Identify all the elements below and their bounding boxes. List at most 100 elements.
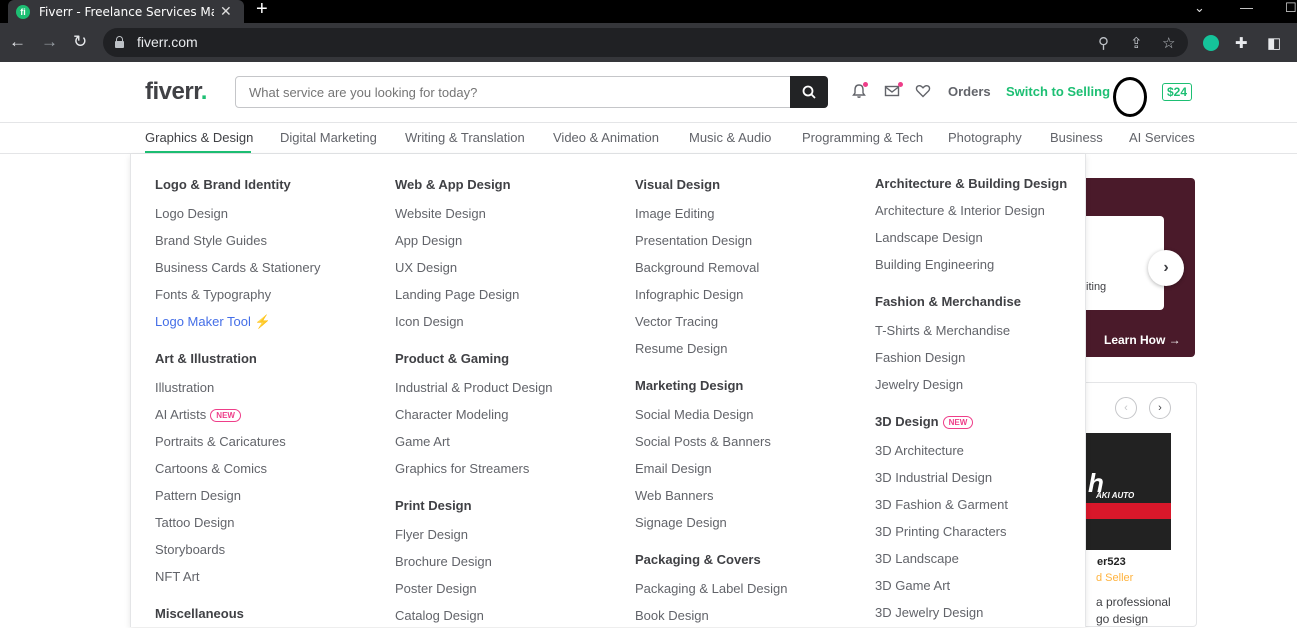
menu-item[interactable]: Pattern Design: [155, 488, 241, 503]
balance-badge[interactable]: $24: [1162, 83, 1193, 101]
group-title[interactable]: Print Design: [395, 498, 472, 513]
menu-item[interactable]: Brochure Design: [395, 554, 492, 569]
menu-item[interactable]: 3D Architecture: [875, 443, 964, 458]
seller-name[interactable]: er523: [1097, 556, 1126, 568]
back-icon[interactable]: ←: [9, 32, 26, 52]
gig-image[interactable]: h AKI AUTO: [1086, 433, 1171, 550]
menu-item[interactable]: Book Design: [635, 608, 709, 623]
menu-item[interactable]: Poster Design: [395, 581, 477, 596]
category-photography[interactable]: Photography: [948, 130, 1022, 145]
forward-icon[interactable]: →: [41, 32, 58, 52]
menu-item[interactable]: AI Artists NEW: [155, 407, 241, 422]
menu-item[interactable]: Portraits & Caricatures: [155, 434, 286, 449]
carousel-next-icon[interactable]: ›: [1149, 397, 1171, 419]
menu-item[interactable]: 3D Printing Characters: [875, 524, 1007, 539]
switch-to-selling-link[interactable]: Switch to Selling: [1006, 84, 1110, 99]
category-writing-translation[interactable]: Writing & Translation: [405, 130, 525, 145]
group-title[interactable]: Packaging & Covers: [635, 552, 761, 567]
menu-item[interactable]: Business Cards & Stationery: [155, 260, 320, 275]
group-title[interactable]: Miscellaneous: [155, 606, 244, 621]
maximize-icon[interactable]: ☐: [1285, 0, 1297, 16]
menu-item[interactable]: Storyboards: [155, 542, 225, 557]
menu-item[interactable]: Graphics for Streamers: [395, 461, 529, 476]
menu-item[interactable]: Landscape Design: [875, 230, 983, 245]
carousel-prev-icon[interactable]: ‹: [1115, 397, 1137, 419]
menu-item[interactable]: T-Shirts & Merchandise: [875, 323, 1010, 338]
menu-item[interactable]: Landing Page Design: [395, 287, 519, 302]
group-title[interactable]: Architecture & Building Design: [875, 176, 1067, 191]
group-title[interactable]: Product & Gaming: [395, 351, 509, 366]
menu-item[interactable]: Presentation Design: [635, 233, 752, 248]
category-business[interactable]: Business: [1050, 130, 1103, 145]
category-music-audio[interactable]: Music & Audio: [689, 130, 771, 145]
menu-item[interactable]: Resume Design: [635, 341, 728, 356]
menu-item[interactable]: 3D Landscape: [875, 551, 959, 566]
group-title[interactable]: Fashion & Merchandise: [875, 294, 1021, 309]
menu-item[interactable]: Cartoons & Comics: [155, 461, 267, 476]
menu-item[interactable]: Game Art: [395, 434, 450, 449]
menu-item[interactable]: Architecture & Interior Design: [875, 203, 1045, 218]
menu-item[interactable]: UX Design: [395, 260, 457, 275]
extensions-puzzle-icon[interactable]: ✚: [1235, 34, 1248, 52]
menu-item[interactable]: Fonts & Typography: [155, 287, 271, 302]
menu-item[interactable]: Email Design: [635, 461, 712, 476]
menu-item[interactable]: Vector Tracing: [635, 314, 718, 329]
close-tab-icon[interactable]: ✕: [220, 3, 232, 20]
menu-item[interactable]: Packaging & Label Design: [635, 581, 788, 596]
menu-item[interactable]: Catalog Design: [395, 608, 484, 623]
category-ai-services[interactable]: AI Services: [1129, 130, 1195, 145]
grammarly-extension-icon[interactable]: [1203, 35, 1219, 51]
menu-item[interactable]: Signage Design: [635, 515, 727, 530]
fiverr-logo[interactable]: fiverr.: [145, 78, 207, 106]
menu-item[interactable]: NFT Art: [155, 569, 200, 584]
menu-item[interactable]: Logo Design: [155, 206, 228, 221]
menu-item[interactable]: Fashion Design: [875, 350, 965, 365]
menu-item[interactable]: Infographic Design: [635, 287, 743, 302]
bookmark-star-icon[interactable]: ☆: [1162, 34, 1175, 52]
browser-tab[interactable]: fi Fiverr - Freelance Services Market ✕: [8, 0, 244, 23]
group-title[interactable]: Marketing Design: [635, 378, 743, 393]
menu-item[interactable]: Character Modeling: [395, 407, 508, 422]
learn-how-link[interactable]: Learn How →: [1104, 333, 1181, 347]
menu-item[interactable]: Tattoo Design: [155, 515, 235, 530]
category-digital-marketing[interactable]: Digital Marketing: [280, 130, 377, 145]
search-button[interactable]: [790, 76, 828, 108]
group-title[interactable]: Visual Design: [635, 177, 720, 192]
heart-icon[interactable]: [915, 83, 931, 103]
menu-item[interactable]: Web Banners: [635, 488, 714, 503]
menu-item[interactable]: Background Removal: [635, 260, 759, 275]
menu-item[interactable]: 3D Fashion & Garment: [875, 497, 1008, 512]
menu-item[interactable]: Industrial & Product Design: [395, 380, 553, 395]
menu-item[interactable]: 3D Jewelry Design: [875, 605, 983, 620]
tab-search-chevron-icon[interactable]: ⌄: [1194, 0, 1205, 16]
menu-item[interactable]: Social Posts & Banners: [635, 434, 771, 449]
category-programming-tech[interactable]: Programming & Tech: [802, 130, 923, 145]
minimize-icon[interactable]: —: [1240, 0, 1253, 15]
gig-description[interactable]: a professional go design: [1096, 594, 1171, 628]
orders-link[interactable]: Orders: [948, 84, 991, 99]
reload-icon[interactable]: ↻: [73, 32, 87, 52]
menu-item[interactable]: 3D Industrial Design: [875, 470, 992, 485]
menu-item[interactable]: Image Editing: [635, 206, 715, 221]
group-title[interactable]: Art & Illustration: [155, 351, 257, 366]
new-tab-icon[interactable]: +: [256, 0, 268, 19]
avatar[interactable]: [1113, 77, 1147, 117]
menu-item[interactable]: Website Design: [395, 206, 486, 221]
menu-item[interactable]: Brand Style Guides: [155, 233, 267, 248]
promo-next-arrow-icon[interactable]: ›: [1148, 250, 1184, 286]
menu-item[interactable]: Flyer Design: [395, 527, 468, 542]
category-graphics-design[interactable]: Graphics & Design: [145, 130, 253, 145]
group-title[interactable]: Logo & Brand Identity: [155, 177, 291, 192]
menu-item[interactable]: Social Media Design: [635, 407, 754, 422]
group-title[interactable]: 3D Design NEW: [875, 414, 974, 429]
menu-item[interactable]: 3D Game Art: [875, 578, 950, 593]
address-bar[interactable]: fiverr.com ⚲ ⇪ ☆: [103, 28, 1188, 57]
zoom-icon[interactable]: ⚲: [1098, 34, 1109, 52]
search-input[interactable]: [236, 77, 790, 107]
category-video-animation[interactable]: Video & Animation: [553, 130, 659, 145]
side-panel-icon[interactable]: ◧: [1267, 34, 1281, 52]
menu-item[interactable]: App Design: [395, 233, 462, 248]
menu-item[interactable]: Jewelry Design: [875, 377, 963, 392]
menu-item[interactable]: Illustration: [155, 380, 214, 395]
share-icon[interactable]: ⇪: [1130, 34, 1143, 52]
